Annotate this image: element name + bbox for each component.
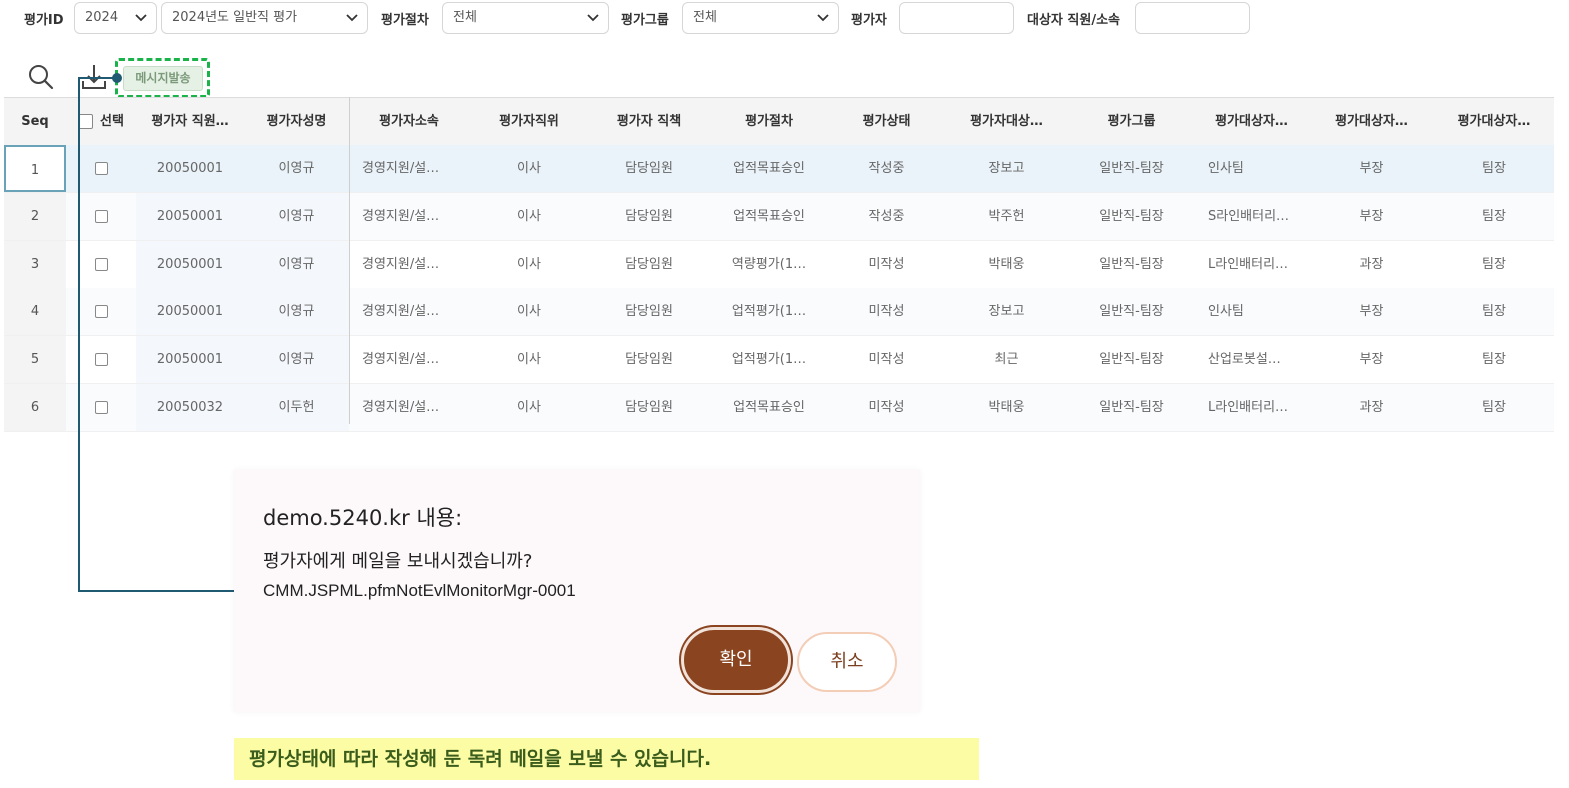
cell-status: 작성중 [868,161,905,176]
cell-group: 일반직-팀장 [1099,208,1164,224]
cell-evaluator-position: 이사 [517,304,541,320]
cell-evaluator-duty: 담당임원 [625,256,673,272]
cell-evaluator-duty: 담당임원 [625,161,673,176]
cell-evaluator-name: 이두헌 [244,384,349,431]
col-target-duty[interactable]: 평가대상자… [1434,98,1554,145]
cell-target-duty: 팀장 [1482,304,1506,320]
dialog-title: demo.5240.kr 내용: [263,506,463,530]
cell-evaluator-duty: 담당임원 [625,400,673,415]
cell-procedure: 업적평가(1… [731,304,807,320]
col-target-position[interactable]: 평가대상자… [1309,98,1434,145]
evaluator-input[interactable] [899,2,1014,34]
cell-target-duty: 팀장 [1482,256,1506,272]
cell-evaluator-name: 이영규 [244,192,349,240]
cell-evaluatee: 박주헌 [988,208,1025,224]
target-label: 대상자 직원/소속 [1027,13,1120,28]
col-evaluatee[interactable]: 평가자대상… [944,98,1069,145]
cell-target-position: 부장 [1359,161,1384,176]
cell-status: 미작성 [868,400,905,415]
cell-status: 미작성 [868,352,905,368]
col-group[interactable]: 평가그룹 [1069,98,1194,145]
cell-evaluator-name: 이영규 [244,288,349,336]
cell-group: 일반직-팀장 [1099,256,1164,272]
cell-evaluatee: 장보고 [988,161,1025,176]
col-target-dept[interactable]: 평가대상자… [1194,98,1309,145]
cell-evaluator-dept: 경영지원/설… [362,352,440,368]
cell-evaluator-position: 이사 [517,208,541,224]
cell-target-position: 과장 [1359,400,1384,415]
cell-procedure: 업적목표승인 [733,400,805,415]
cell-procedure: 업적목표승인 [733,208,805,224]
cell-target-dept: 인사팀 [1208,304,1244,320]
cell-evaluator-position: 이사 [517,400,541,415]
cell-target-duty: 팀장 [1482,161,1506,176]
col-evaluator-position[interactable]: 평가자직위 [469,98,589,145]
evaluator-label: 평가자 [851,13,887,28]
dialog-code: CMM.JSPML.pfmNotEvlMonitorMgr-0001 [263,581,576,600]
col-procedure[interactable]: 평가절차 [709,98,829,145]
cell-evaluator-name: 이영규 [278,161,315,176]
cell-evaluator-dept: 경영지원/설… [362,304,440,320]
cell-target-position: 부장 [1359,352,1384,368]
cell-evaluator-position: 이사 [517,352,541,368]
fixed-column-divider [349,97,350,424]
cell-procedure: 업적평가(1… [731,352,807,368]
confirm-dialog: demo.5240.kr 내용: 평가자에게 메일을 보내시겠습니까? CMM.… [234,470,920,712]
cell-target-dept: L라인배터리… [1208,400,1289,415]
cell-target-duty: 팀장 [1482,352,1506,368]
cell-evaluator-dept: 경영지원/설… [362,161,440,176]
cell-target-duty: 팀장 [1482,208,1506,224]
cancel-button[interactable]: 취소 [797,632,897,692]
cell-target-dept: 인사팀 [1208,161,1244,176]
cell-group: 일반직-팀장 [1099,161,1164,176]
cell-target-position: 과장 [1359,256,1384,272]
ok-button[interactable]: 확인 [681,627,791,693]
target-input[interactable] [1135,2,1250,34]
col-evaluator-duty[interactable]: 평가자 직책 [589,98,709,145]
cell-evaluatee: 장보고 [988,304,1025,320]
cell-evaluator-name: 이영규 [244,240,349,288]
group-label: 평가그룹 [621,13,669,28]
cell-group: 일반직-팀장 [1099,304,1164,320]
chevron-down-icon [817,14,829,22]
annotation-connector [78,73,234,592]
cell-target-duty: 팀장 [1482,400,1506,415]
cell-procedure: 업적목표승인 [733,161,805,176]
cell-evaluator-duty: 담당임원 [625,304,673,320]
group-value: 전체 [693,10,717,25]
cell-target-dept: 산업로봇설… [1208,352,1281,368]
chevron-down-icon [587,14,599,22]
col-evaluator-name[interactable]: 평가자성명 [244,98,349,145]
cell-status: 미작성 [868,304,905,320]
procedure-value: 전체 [453,10,477,25]
cell-target-position: 부장 [1359,304,1384,320]
chevron-down-icon [346,14,358,22]
cell-evaluatee: 박태웅 [988,400,1025,415]
dialog-message: 평가자에게 메일을 보내시겠습니까? [263,551,533,572]
cell-target-dept: S라인배터리… [1208,208,1290,224]
cell-status: 작성중 [868,208,905,224]
cell-evaluator-dept: 경영지원/설… [362,208,440,224]
cell-evaluator-duty: 담당임원 [625,208,673,224]
col-evaluator-dept[interactable]: 평가자소속 [349,98,469,145]
cell-evaluator-position: 이사 [517,256,541,272]
cell-evaluator-duty: 담당임원 [625,352,673,368]
annotation-note: 평가상태에 따라 작성해 둔 독려 메일을 보낼 수 있습니다. [234,738,979,780]
procedure-label: 평가절차 [381,13,429,28]
cell-procedure: 역량평가(1… [731,256,807,272]
procedure-select[interactable]: 전체 [442,2,609,34]
col-status[interactable]: 평가상태 [829,98,944,145]
cell-status: 미작성 [868,256,905,272]
cell-evaluator-dept: 경영지원/설… [362,400,440,415]
cell-evaluatee: 최근 [994,352,1019,368]
cell-target-dept: L라인배터리… [1208,256,1289,272]
group-select[interactable]: 전체 [682,2,839,34]
cell-evaluator-position: 이사 [517,161,541,176]
cell-evaluatee: 박태웅 [988,256,1025,272]
cell-target-position: 부장 [1359,208,1384,224]
cell-evaluator-dept: 경영지원/설… [362,256,440,272]
cell-group: 일반직-팀장 [1099,400,1164,415]
cell-group: 일반직-팀장 [1099,352,1164,368]
cell-evaluator-name: 이영규 [244,336,349,384]
